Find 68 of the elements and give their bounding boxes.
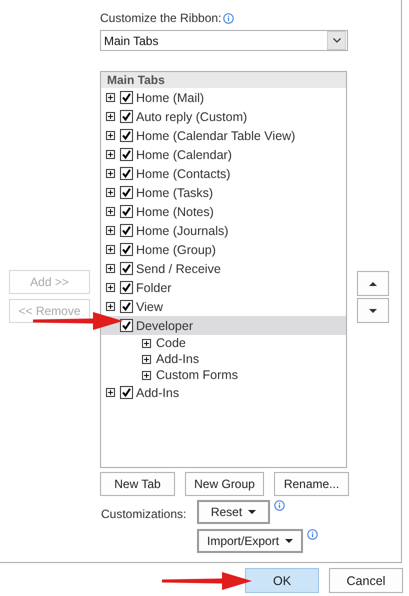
triangle-down-icon bbox=[369, 308, 377, 312]
move-down-button[interactable] bbox=[357, 298, 389, 323]
tree-item[interactable]: Auto reply (Custom) bbox=[101, 107, 346, 126]
expand-icon[interactable] bbox=[106, 150, 115, 159]
tree-item[interactable]: Add-Ins bbox=[101, 383, 346, 402]
expand-icon[interactable] bbox=[106, 388, 115, 397]
tree-item[interactable]: Add-Ins bbox=[101, 351, 346, 367]
tree-item[interactable]: Home (Tasks) bbox=[101, 183, 346, 202]
ribbon-label: Customize the Ribbon: bbox=[100, 11, 222, 25]
expand-icon[interactable] bbox=[106, 169, 115, 178]
tab-action-button[interactable]: New Group bbox=[185, 472, 264, 496]
checkbox[interactable] bbox=[120, 91, 133, 104]
cancel-button[interactable]: Cancel bbox=[329, 568, 403, 593]
tree-item[interactable]: Developer bbox=[101, 316, 346, 335]
reset-button[interactable]: Reset bbox=[197, 500, 270, 524]
expand-icon[interactable] bbox=[106, 226, 115, 235]
checkbox[interactable] bbox=[120, 186, 133, 199]
checkbox[interactable] bbox=[120, 148, 133, 161]
tree-item[interactable]: Home (Journals) bbox=[101, 221, 346, 240]
expand-icon[interactable] bbox=[106, 93, 115, 102]
checkbox[interactable] bbox=[120, 205, 133, 218]
expand-icon[interactable] bbox=[106, 245, 115, 254]
expand-icon[interactable] bbox=[106, 283, 115, 292]
checkbox[interactable] bbox=[120, 281, 133, 294]
expand-icon[interactable] bbox=[106, 302, 115, 311]
ribbon-dropdown[interactable]: Main Tabs bbox=[100, 30, 348, 51]
checkbox[interactable] bbox=[120, 386, 133, 399]
expand-icon[interactable] bbox=[106, 131, 115, 140]
ok-button[interactable]: OK bbox=[245, 568, 319, 593]
tree-item[interactable]: View bbox=[101, 297, 346, 316]
customizations-label: Customizations: bbox=[101, 507, 188, 523]
expand-icon[interactable] bbox=[106, 112, 115, 121]
expand-icon[interactable] bbox=[142, 354, 151, 364]
info-icon[interactable] bbox=[223, 12, 234, 24]
tree-item[interactable]: Custom Forms bbox=[101, 367, 346, 383]
info-icon[interactable] bbox=[274, 500, 285, 511]
tree-item[interactable]: Home (Contacts) bbox=[101, 164, 346, 183]
import-export-button[interactable]: Import/Export bbox=[197, 529, 304, 553]
checkbox[interactable] bbox=[120, 110, 133, 123]
caret-icon bbox=[248, 510, 256, 514]
caret-icon bbox=[285, 539, 294, 543]
tree-item[interactable]: Home (Calendar Table View) bbox=[101, 126, 346, 145]
tree-header: Main Tabs bbox=[101, 72, 346, 88]
tab-action-button[interactable]: Rename... bbox=[274, 472, 349, 496]
expand-icon[interactable] bbox=[142, 338, 151, 348]
tree-item[interactable]: Home (Calendar) bbox=[101, 145, 346, 164]
expand-icon[interactable] bbox=[142, 370, 151, 380]
checkbox[interactable] bbox=[120, 167, 133, 180]
expand-icon[interactable] bbox=[106, 188, 115, 197]
checkbox[interactable] bbox=[120, 224, 133, 237]
tree-item[interactable]: Folder bbox=[101, 278, 346, 297]
tree-item[interactable]: Code bbox=[101, 335, 346, 351]
tree-item[interactable]: Home (Group) bbox=[101, 240, 346, 259]
tree-item[interactable]: Home (Notes) bbox=[101, 202, 346, 221]
checkbox[interactable] bbox=[120, 300, 133, 313]
tab-action-button[interactable]: New Tab bbox=[100, 472, 175, 496]
expand-icon[interactable] bbox=[106, 207, 115, 216]
checkbox[interactable] bbox=[120, 262, 133, 275]
checkbox[interactable] bbox=[120, 243, 133, 256]
checkbox[interactable] bbox=[120, 129, 133, 142]
chevron-down-icon bbox=[332, 38, 340, 43]
expand-icon[interactable] bbox=[106, 264, 115, 273]
move-up-button[interactable] bbox=[357, 271, 389, 296]
triangle-up-icon bbox=[369, 282, 377, 286]
info-icon[interactable] bbox=[307, 529, 318, 540]
tree-item[interactable]: Send / Receive bbox=[101, 259, 346, 278]
tree-item[interactable]: Home (Mail) bbox=[101, 88, 346, 107]
checkbox[interactable] bbox=[120, 319, 133, 332]
